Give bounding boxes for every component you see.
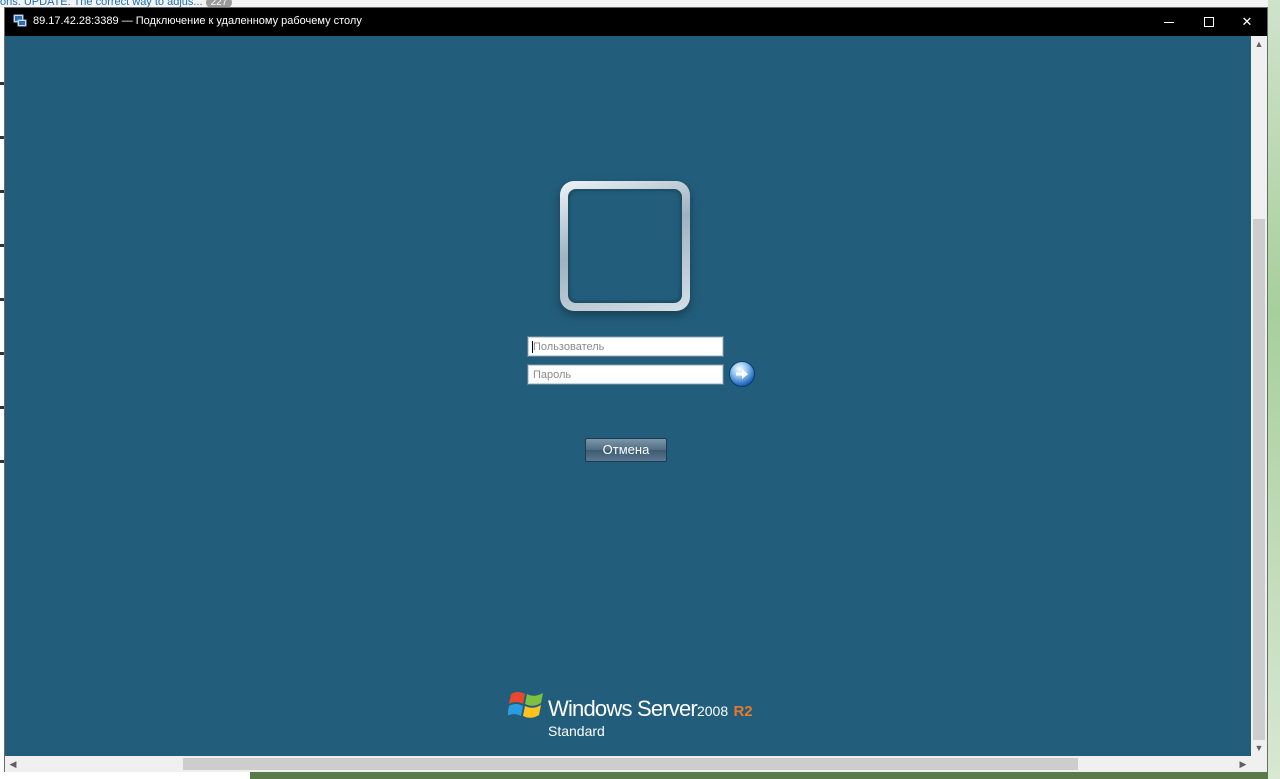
arrow-right-icon: [736, 369, 748, 379]
submit-arrow-button[interactable]: [729, 361, 755, 387]
product-label: Windows Server: [548, 696, 698, 721]
text-caret: [532, 341, 533, 353]
host-background-right: [1268, 0, 1280, 779]
password-input[interactable]: Пароль: [527, 364, 724, 385]
minimize-icon: [1164, 21, 1174, 23]
maximize-button[interactable]: [1189, 8, 1229, 36]
scroll-down-button[interactable]: ▼: [1251, 740, 1267, 756]
title-bar[interactable]: 89.17.42.28:3389 — Подключение к удаленн…: [5, 8, 1267, 36]
cancel-button[interactable]: Отмена: [585, 438, 667, 462]
windows-flag-icon: [508, 692, 543, 718]
username-placeholder: Пользователь: [533, 341, 605, 353]
scroll-up-button[interactable]: ▲: [1251, 36, 1267, 52]
user-picture-frame: [560, 181, 690, 311]
host-background-bottom: [250, 772, 1268, 779]
scrollbar-corner: [1251, 756, 1267, 772]
product-version: 2008: [696, 703, 729, 719]
horizontal-scroll-thumb[interactable]: [183, 758, 1078, 770]
product-release: R2: [733, 703, 753, 720]
minimize-button[interactable]: [1149, 8, 1189, 36]
remote-desktop-icon: [13, 14, 27, 27]
scroll-right-button[interactable]: ▶: [1235, 756, 1251, 772]
rdp-window: 89.17.42.28:3389 — Подключение к удаленн…: [4, 7, 1268, 772]
remote-desktop-screen: Пользователь Пароль Отмена Windows Serve…: [5, 36, 1251, 756]
username-input[interactable]: Пользователь: [527, 336, 724, 357]
vertical-scrollbar[interactable]: ▲ ▼: [1251, 36, 1267, 756]
horizontal-scrollbar[interactable]: ◀ ▶: [5, 756, 1251, 772]
product-name: Windows Server2008 R2: [548, 696, 753, 722]
vertical-scroll-thumb[interactable]: [1253, 219, 1265, 740]
window-title: 89.17.42.28:3389 — Подключение к удаленн…: [33, 15, 362, 27]
windows-server-branding: Windows Server2008 R2 Standard: [508, 686, 768, 742]
close-button[interactable]: ✕: [1227, 8, 1267, 36]
maximize-icon: [1204, 17, 1214, 27]
password-placeholder: Пароль: [533, 369, 572, 381]
close-icon: ✕: [1241, 14, 1253, 29]
product-edition: Standard: [548, 723, 605, 739]
user-picture: [568, 189, 682, 303]
scroll-left-button[interactable]: ◀: [5, 756, 21, 772]
